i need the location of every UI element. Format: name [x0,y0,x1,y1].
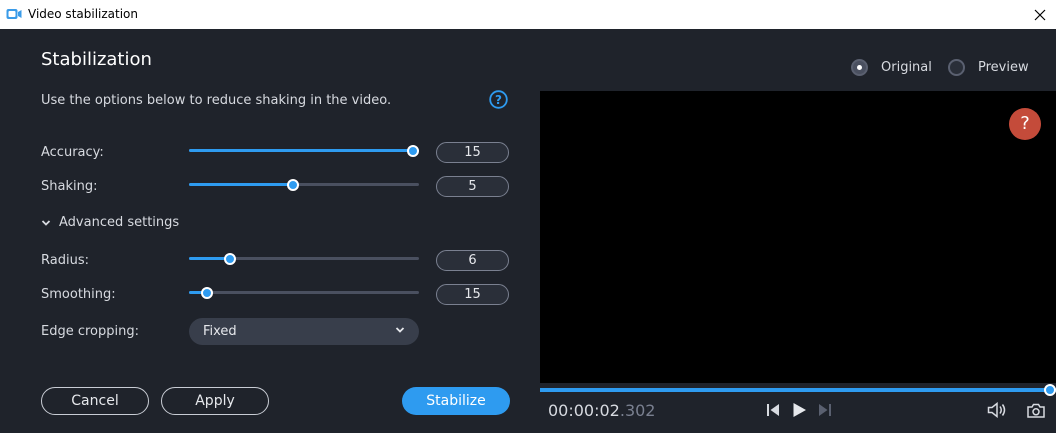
previous-frame-icon[interactable] [765,402,781,418]
stabilize-button[interactable]: Stabilize [402,387,510,415]
dialog-body: Stabilization Use the options below to r… [0,29,1056,433]
window-title: Video stabilization [28,7,139,21]
close-icon[interactable] [1030,5,1050,25]
radio-original[interactable]: Original [851,59,932,76]
next-frame-icon[interactable] [817,402,833,418]
radio-preview-label: Preview [978,60,1029,75]
radius-slider[interactable] [189,252,419,266]
cancel-button[interactable]: Cancel [41,387,149,415]
play-icon[interactable] [791,402,807,418]
slider-thumb[interactable] [287,179,299,191]
shaking-slider[interactable] [189,178,419,192]
snapshot-icon[interactable] [1027,403,1045,418]
advanced-settings-toggle[interactable]: Advanced settings [41,215,179,230]
svg-text:?: ? [495,93,502,107]
accuracy-value-field[interactable]: 15 [436,142,509,163]
help-badge[interactable]: ? [1009,108,1041,140]
playhead-thumb[interactable] [1044,384,1056,396]
radius-label: Radius: [41,253,89,268]
shaking-value-field[interactable]: 5 [436,176,509,197]
chevron-down-icon [41,219,51,226]
smoothing-slider[interactable] [189,286,419,300]
playback-progress-bar[interactable] [540,388,1056,392]
timecode-ms: .302 [619,401,656,420]
accuracy-slider[interactable] [189,144,419,158]
radio-original-label: Original [881,60,932,75]
radio-dot [851,59,868,76]
slider-thumb[interactable] [407,145,419,157]
advanced-settings-label: Advanced settings [59,215,180,230]
slider-thumb[interactable] [224,253,236,265]
shaking-label: Shaking: [41,179,98,194]
chevron-down-icon [395,327,405,333]
apply-button[interactable]: Apply [161,387,269,415]
slider-thumb[interactable] [201,287,213,299]
title-bar: Video stabilization [0,0,1056,29]
radio-dot [948,59,965,76]
page-title: Stabilization [41,49,152,70]
help-icon[interactable]: ? [489,90,508,109]
edge-cropping-label: Edge cropping: [41,324,139,339]
radio-preview[interactable]: Preview [948,59,1029,76]
edge-cropping-selected: Fixed [203,324,237,339]
video-camera-icon [6,9,22,19]
timecode-main: 00:00:02 [548,401,620,420]
timecode: 00:00:02.302 [548,401,655,420]
smoothing-label: Smoothing: [41,287,116,302]
description-text: Use the options below to reduce shaking … [41,93,392,108]
radius-value-field[interactable]: 6 [436,250,509,271]
smoothing-value-field[interactable]: 15 [436,284,509,305]
video-preview[interactable]: ? [540,91,1056,383]
edge-cropping-dropdown[interactable]: Fixed [189,318,419,345]
volume-icon[interactable] [987,402,1007,418]
accuracy-label: Accuracy: [41,145,104,160]
